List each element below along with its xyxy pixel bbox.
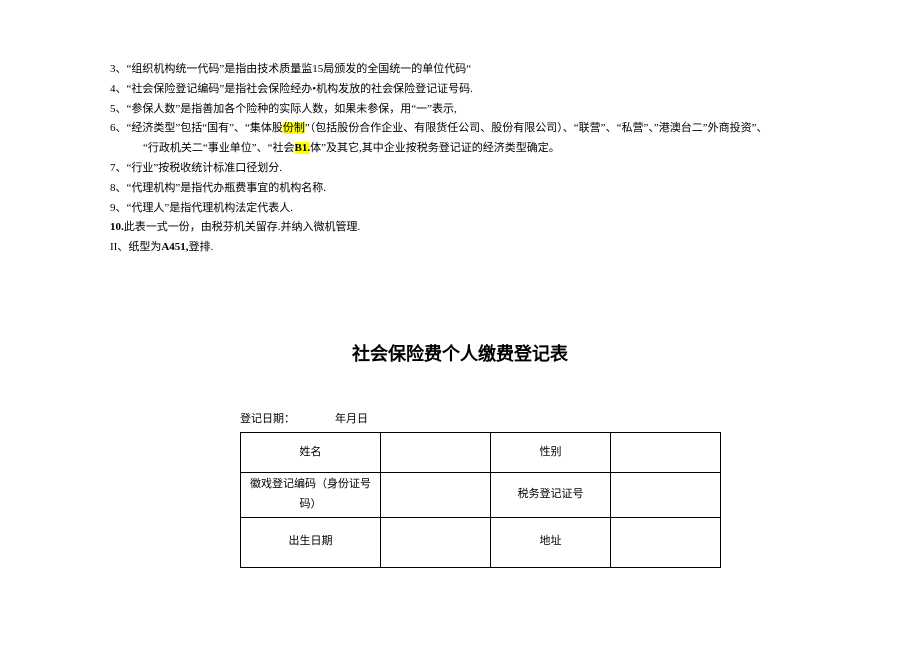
personal-registration-table: 姓名 性别 徽戏登记编码（身份证号码） 税务登记证号 出生日期 地址 [240, 432, 721, 568]
note-10-rest: 此表一式一份，由税芬机关留存.并纳入微机管理. [124, 221, 361, 233]
note-10-prefix: 10. [110, 221, 124, 233]
note-9: 9、“代理人”是指代理机构法定代表人. [110, 199, 810, 219]
registration-date-label: 登记日期： [240, 413, 295, 425]
note-11-prefix: II、纸型为 [110, 241, 161, 253]
note-5: 5、“参保人数”是指善加各个险种的实际人数，如果未参保，用“一”表示, [110, 100, 810, 120]
table-row: 徽戏登记编码（身份证号码） 税务登记证号 [241, 473, 721, 518]
cell-address-value [611, 517, 721, 567]
cell-birth-value [381, 517, 491, 567]
cell-name-label: 姓名 [241, 433, 381, 473]
cell-idcode-label: 徽戏登记编码（身份证号码） [241, 473, 381, 518]
note-6a-prefix: 6、“经济类型”包括“国有”、“集体股 [110, 122, 283, 134]
note-11: II、纸型为A451,登排. [110, 238, 810, 258]
note-11-suffix: 登排. [189, 241, 214, 253]
note-10: 10.此表一式一份，由税芬机关留存.并纳入微机管理. [110, 218, 810, 238]
cell-birth-label: 出生日期 [241, 517, 381, 567]
registration-date-value: 年月日 [335, 413, 368, 425]
note-6a-highlight: 份制 [283, 122, 305, 134]
note-6b-prefix: “行政机关二“事业单位”、“社会 [143, 142, 295, 154]
table-row: 出生日期 地址 [241, 517, 721, 567]
cell-taxreg-value [611, 473, 721, 518]
form-title: 社会保险费个人缴费登记表 [110, 338, 810, 370]
note-11-bold: A451, [161, 241, 188, 253]
note-6a-suffix: ”（包括股份合作企业、有限货任公司、股份有限公司）、“联营”、“私营”、”港澳台… [305, 122, 768, 134]
note-3: 3、“组织机构统一代码”是指由技术质量监15局颁发的全国统一的单位代码“ [110, 60, 810, 80]
cell-taxreg-label: 税务登记证号 [491, 473, 611, 518]
note-6b-bold: B1. [295, 142, 311, 154]
note-8: 8、“代理机构”是指代办瓶费事宜的机构名称. [110, 179, 810, 199]
note-6-line1: 6、“经济类型”包括“国有”、“集体股份制”（包括股份合作企业、有限货任公司、股… [110, 119, 810, 139]
table-row: 姓名 性别 [241, 433, 721, 473]
cell-gender-value [611, 433, 721, 473]
cell-address-label: 地址 [491, 517, 611, 567]
note-6b-suffix: 体”及其它,其中企业按税务登记证的经济类型确定。 [310, 142, 560, 154]
note-7: 7、“行业”按税收统计标准口径划分. [110, 159, 810, 179]
cell-gender-label: 性别 [491, 433, 611, 473]
note-4: 4、“社会保险登记编码”是指社会保险经办•机构发放的社会保险登记证号码. [110, 80, 810, 100]
note-6-line2: “行政机关二“事业单位”、“社会B1.体”及其它,其中企业按税务登记证的经济类型… [110, 139, 810, 159]
registration-date-line: 登记日期： 年月日 [240, 410, 810, 430]
cell-idcode-value [381, 473, 491, 518]
cell-name-value [381, 433, 491, 473]
